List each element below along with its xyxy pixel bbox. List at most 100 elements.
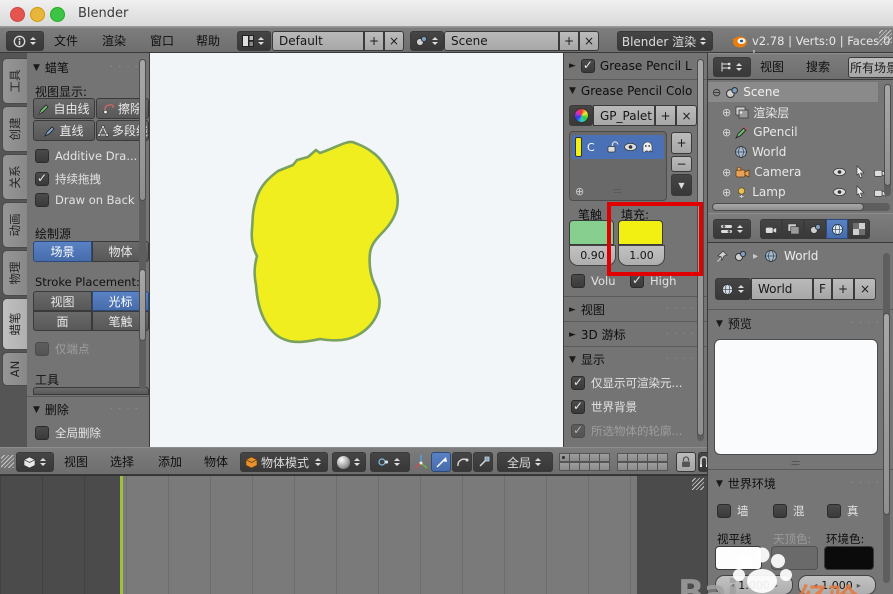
tab-create[interactable]: 创建 [2,106,27,152]
world-name-field[interactable]: World [751,278,813,300]
tools-partial-button[interactable] [33,387,149,395]
world-datablock-browse[interactable] [715,278,751,300]
timeline-area[interactable] [0,475,707,594]
menu-object[interactable]: 物体 [204,449,228,475]
add-color-button[interactable]: + [671,132,692,154]
checkbox-box[interactable] [35,171,49,186]
minimize-window-button[interactable] [30,7,45,22]
eye-icon[interactable] [833,167,846,177]
layer-grid-b[interactable] [617,453,668,462]
menu-render[interactable]: 渲染 [102,28,126,54]
manipulator-rotate-button[interactable] [452,452,472,472]
add-layout-button[interactable]: + [364,31,384,51]
tab-render-layers[interactable] [782,219,804,239]
cursor-select-icon[interactable] [855,185,866,198]
checkbox-paper-sky[interactable]: 墙 [717,503,749,519]
draw-freehand-button[interactable]: 自由线 [33,98,95,119]
panel-grip-icon[interactable]: · · · · [666,354,695,365]
checkbox-world-background[interactable]: 世界背景 [571,399,637,415]
checkbox-box[interactable] [35,149,49,163]
placement-surface-button[interactable]: 面 [33,311,92,331]
scene-balls-icon[interactable] [734,250,747,262]
panel-grip-icon[interactable]: · · · · [666,329,695,340]
menu-file[interactable]: 文件 [54,28,78,54]
menu-window[interactable]: 窗口 [150,28,174,54]
mode-select[interactable]: 物体模式 [240,452,328,472]
menu-view[interactable]: 视图 [760,54,784,80]
add-palette-button[interactable]: + [655,105,676,126]
menu-search[interactable]: 搜索 [806,54,830,80]
expand-icon[interactable]: ⊕ [722,126,731,139]
unlink-palette-button[interactable]: × [676,105,697,126]
palette-name-field[interactable]: GP_Palet [593,105,655,126]
layer-grid-a[interactable] [559,453,610,462]
toolshelf-scrollbar[interactable] [139,59,146,389]
panel-header-view[interactable]: ► 视图 · · · · [569,301,701,318]
scene-icon-button[interactable] [410,31,444,51]
panel-grip-icon[interactable]: · · · · [851,478,880,489]
expand-icon[interactable]: ⊕ [722,166,731,179]
ambient-color-swatch[interactable] [824,546,874,570]
checkbox-high-quality[interactable]: High [630,273,676,288]
area-corner-handle[interactable] [879,30,892,43]
outliner-row-gpencil[interactable]: ⊕ GPencil [722,122,878,142]
scene-name-field[interactable]: Scene [444,31,559,51]
properties-scrollbar[interactable] [883,253,890,583]
close-window-button[interactable] [10,7,25,22]
outliner-row-world[interactable]: World [734,142,878,162]
layer-grid-b2[interactable] [617,462,668,471]
fake-user-button[interactable]: F [813,278,832,300]
horizon-color-swatch[interactable] [715,546,762,570]
expand-icon[interactable]: ⊕ [722,186,731,199]
checkbox-box[interactable] [571,423,585,438]
tab-grease-pencil[interactable]: 蜡笔 [2,298,27,350]
outliner-row-scene[interactable]: ⊖ Scene [708,82,878,102]
manipulator-axis-icon[interactable] [413,454,429,470]
unlink-world-button[interactable]: × [854,278,876,300]
checkbox-blend-sky[interactable]: 混 [773,503,805,519]
checkbox-box[interactable] [717,504,731,518]
delete-scene-button[interactable]: × [579,31,599,51]
eye-icon[interactable] [833,187,846,197]
checkbox-box[interactable] [571,399,585,414]
list-add-icon[interactable]: ⊕ [575,185,584,198]
add-scene-button[interactable]: + [559,31,579,51]
menu-add[interactable]: 添加 [158,449,182,475]
color-list-item-selected[interactable]: C [572,135,664,159]
panel-header-display[interactable]: ▼ 显示 · · · · [569,351,701,368]
panel-header-3d-cursor[interactable]: ► 3D 游标 · · · · [569,326,701,343]
slider-left-arrow-icon[interactable]: ◂ [730,581,734,590]
list-resize-grip-icon[interactable]: ＝ [612,183,623,199]
tab-tools[interactable]: 工具 [2,58,27,104]
palette-icon-button[interactable] [569,105,593,126]
menu-select[interactable]: 选择 [110,449,134,475]
tab-animation[interactable]: 动画 [2,202,27,248]
panel-header-gp-layers[interactable]: ► Grease Pencil L [569,59,701,73]
editor-type-selector[interactable] [6,31,44,51]
checkbox-box[interactable] [827,504,841,518]
panel-grip-icon[interactable]: · · · · [110,62,139,73]
checkbox-real-sky[interactable]: 真 [827,503,859,519]
unlock-icon[interactable] [606,141,619,153]
tab-world-active[interactable] [826,219,848,239]
tab-render[interactable] [760,219,782,239]
menu-help[interactable]: 帮助 [196,28,220,54]
area-corner-handle[interactable] [1,455,14,468]
current-frame-playhead[interactable] [120,476,123,594]
delete-layout-button[interactable]: × [384,31,404,51]
source-scene-button[interactable]: 场景 [33,241,92,262]
manipulator-scale-button[interactable] [473,452,493,472]
checkbox-box[interactable] [773,504,787,518]
tab-texture[interactable] [848,219,870,239]
menu-view[interactable]: 视图 [64,449,88,475]
checkbox-draw-on-back[interactable]: Draw on Back [35,193,135,207]
remove-color-button[interactable]: − [671,156,692,172]
checkbox-continuous-drawing[interactable]: 持续拖拽 [35,171,101,187]
checkbox-box[interactable] [571,274,585,288]
outliner-row-render-layers[interactable]: ⊕ 渲染层 [722,102,878,122]
new-world-button[interactable]: + [832,278,854,300]
pivot-point-select[interactable] [370,452,410,472]
panel-header-delete[interactable]: ▼ 删除 · · · · [33,401,145,418]
panel-grip-icon[interactable]: · · · · [110,404,139,415]
checkbox-endpoints-only[interactable]: 仅端点 [35,341,90,357]
